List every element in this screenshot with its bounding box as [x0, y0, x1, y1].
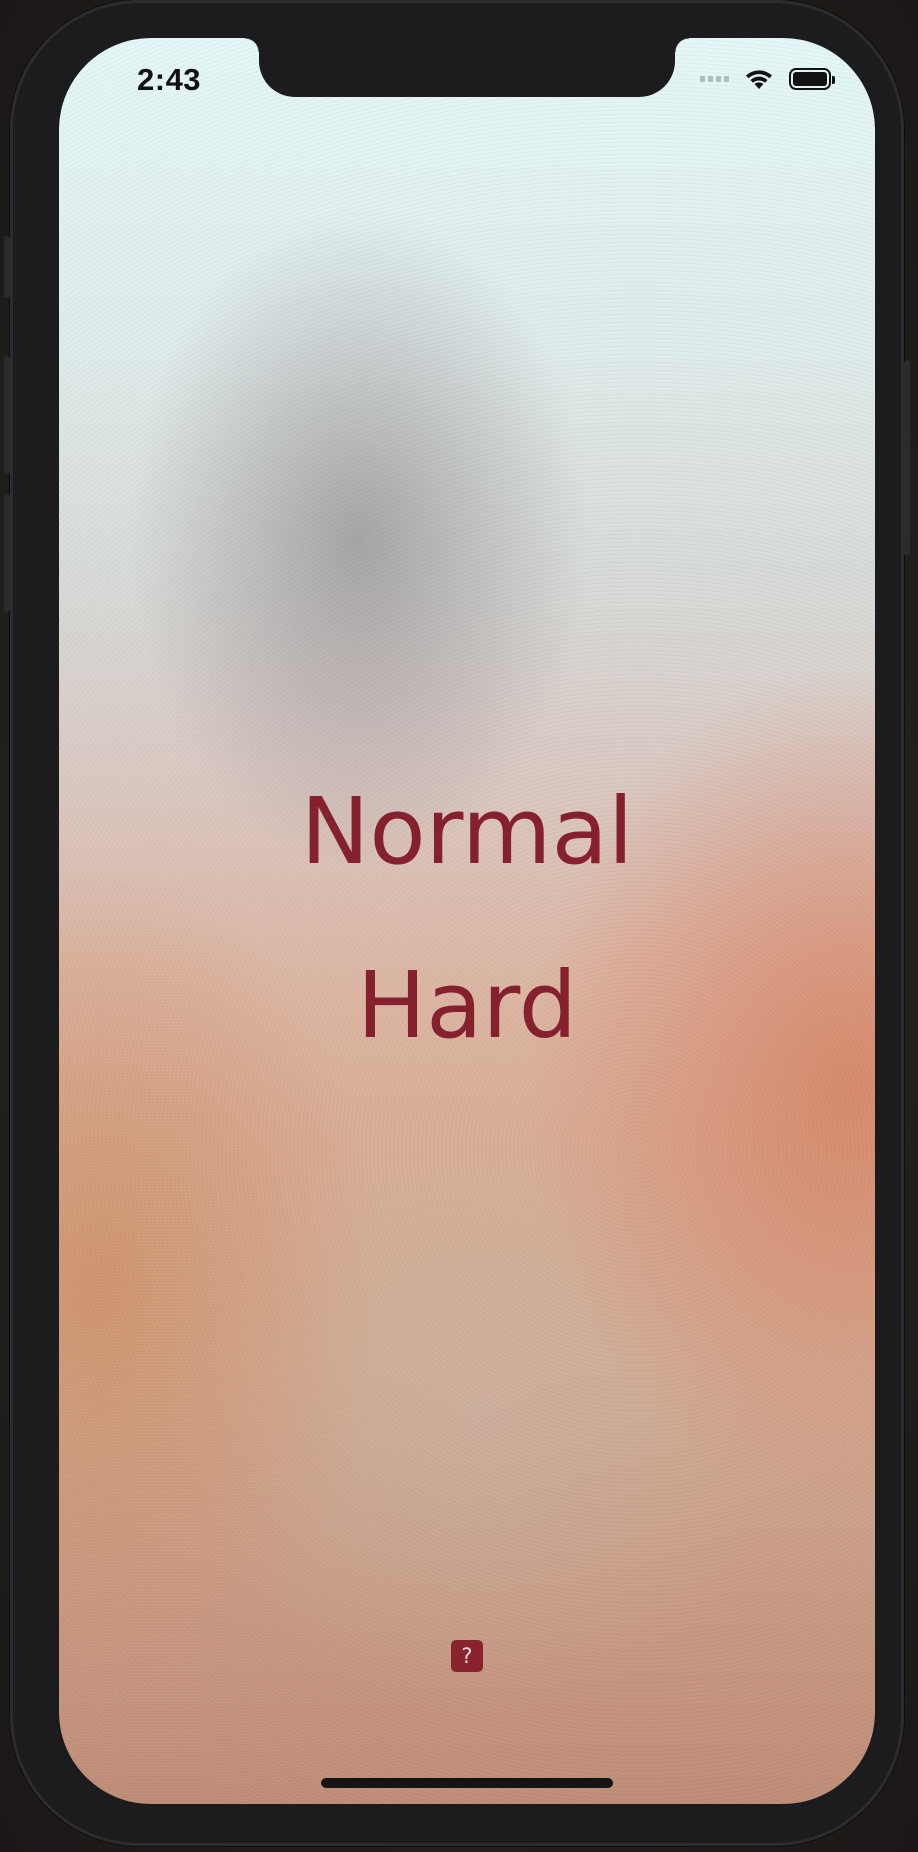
wifi-icon — [746, 70, 772, 89]
screen: 2:43 Normal Hard ? — [59, 38, 875, 1804]
volume-up-button — [4, 356, 10, 474]
status-icons — [700, 67, 835, 91]
battery-level — [793, 72, 827, 86]
device-frame: 2:43 Normal Hard ? — [4, 0, 910, 1846]
normal-difficulty-button[interactable]: Normal — [59, 786, 875, 878]
background-texture — [59, 38, 875, 1804]
home-indicator[interactable] — [321, 1778, 613, 1788]
volume-down-button — [4, 494, 10, 612]
side-button — [904, 360, 910, 556]
notch — [245, 38, 689, 97]
silent-switch — [4, 236, 10, 298]
status-time: 2:43 — [137, 62, 202, 97]
battery-icon — [789, 68, 835, 90]
help-button[interactable]: ? — [451, 1640, 483, 1672]
cellular-signal-icon — [700, 76, 729, 82]
hard-difficulty-button[interactable]: Hard — [59, 960, 875, 1052]
